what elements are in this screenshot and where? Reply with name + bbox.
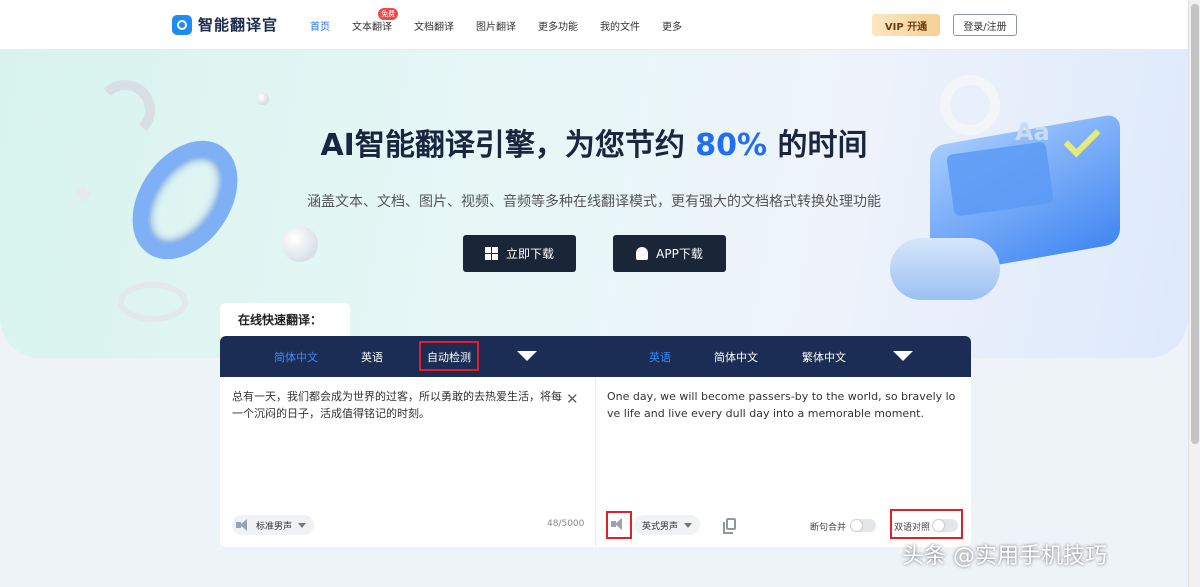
language-bar (220, 336, 971, 377)
chevron-down-icon (684, 522, 693, 528)
target-voice-label: 英式男声 (642, 521, 679, 532)
target-lang-zh[interactable]: 简体中文 (714, 349, 758, 365)
copy-icon[interactable] (723, 518, 736, 534)
hero-banner: Aa AI智能翻译引擎，为您节约 80% 的时间 涵盖文本、文档、图片、视频、音… (0, 50, 1188, 358)
section-label: 在线快速翻译： (238, 313, 323, 327)
windows-icon (484, 247, 498, 260)
app-download-button[interactable]: APP下载 (613, 235, 726, 272)
source-lang-zh[interactable]: 简体中文 (274, 349, 318, 365)
nav-text-translate-label: 文本翻译 (352, 22, 392, 33)
nav-more[interactable]: 更多 (662, 18, 682, 33)
highlight-speaker (606, 511, 632, 539)
decor-cloud (890, 238, 1000, 300)
decor-ball-large (282, 226, 318, 262)
target-text-output: One day, we will become passers-by to th… (607, 390, 956, 420)
hero-subtitle: 涵盖文本、文档、图片、视频、音频等多种在线翻译模式，更有强大的文档格式转换处理功… (307, 194, 881, 210)
brand-name: 智能翻译官 (198, 16, 279, 34)
clear-icon[interactable]: ✕ (566, 390, 579, 408)
char-count: 48/5000 (547, 519, 585, 529)
hero-title-accent: 80% (695, 128, 768, 163)
decor-ball-small (257, 93, 269, 105)
highlight-auto-detect (419, 341, 479, 371)
logo-icon (172, 14, 192, 35)
watermark: 头条 @实用手机技巧 (902, 544, 1107, 569)
decor-spring (118, 282, 188, 322)
brand-logo[interactable]: 智能翻译官 (172, 14, 278, 35)
source-text-input[interactable]: 总有一天，我们都会成为世界的过客，所以勇敢的去热爱生活，将每一个沉闷的日子，活成… (232, 388, 562, 422)
nav-my-files[interactable]: 我的文件 (600, 18, 640, 33)
highlight-compare-toggle (890, 509, 963, 539)
scroll-thumb[interactable] (1191, 4, 1199, 444)
source-voice-label: 标准男声 (256, 521, 293, 532)
hero-title-pre: AI智能翻译引擎，为您节约 (320, 128, 696, 163)
target-lang-en[interactable]: 英语 (649, 349, 671, 365)
merge-toggle[interactable] (850, 519, 876, 532)
download-label: 立即下载 (505, 247, 554, 261)
speaker-icon (236, 519, 250, 531)
vip-button[interactable]: VIP 开通 (872, 14, 940, 36)
target-lang-zh-tw[interactable]: 繁体中文 (802, 349, 846, 365)
hero-title: AI智能翻译引擎，为您节约 80% 的时间 (0, 120, 1188, 164)
nav-text-translate[interactable]: 文本翻译 免费 (352, 8, 398, 33)
panel-divider (595, 377, 596, 547)
target-lang-dropdown-icon[interactable] (893, 351, 913, 361)
source-voice-select[interactable]: 标准男声 (232, 515, 315, 535)
nav-image-translate[interactable]: 图片翻译 (476, 18, 516, 33)
nav-more-features[interactable]: 更多功能 (538, 18, 578, 33)
source-lang-en[interactable]: 英语 (361, 349, 383, 365)
nav-doc-translate[interactable]: 文档翻译 (414, 18, 454, 33)
app-download-label: APP下载 (656, 247, 703, 261)
target-voice-select[interactable]: 英式男声 (634, 515, 701, 535)
top-header: 智能翻译官 首页 文本翻译 免费 文档翻译 图片翻译 更多功能 我的文件 更多 … (0, 0, 1188, 50)
hero-title-post: 的时间 (767, 128, 868, 163)
download-button[interactable]: 立即下载 (463, 235, 576, 272)
chevron-down-icon (298, 522, 307, 528)
login-button[interactable]: 登录/注册 (953, 14, 1017, 36)
android-icon (636, 247, 649, 260)
main-nav: 首页 文本翻译 免费 文档翻译 图片翻译 更多功能 我的文件 更多 (310, 8, 704, 33)
source-lang-dropdown-icon[interactable] (517, 351, 537, 361)
merge-toggle-label: 断句合并 (810, 523, 847, 533)
page-scrollbar[interactable] (1188, 0, 1200, 587)
nav-home[interactable]: 首页 (310, 18, 330, 33)
free-badge: 免费 (378, 8, 398, 20)
